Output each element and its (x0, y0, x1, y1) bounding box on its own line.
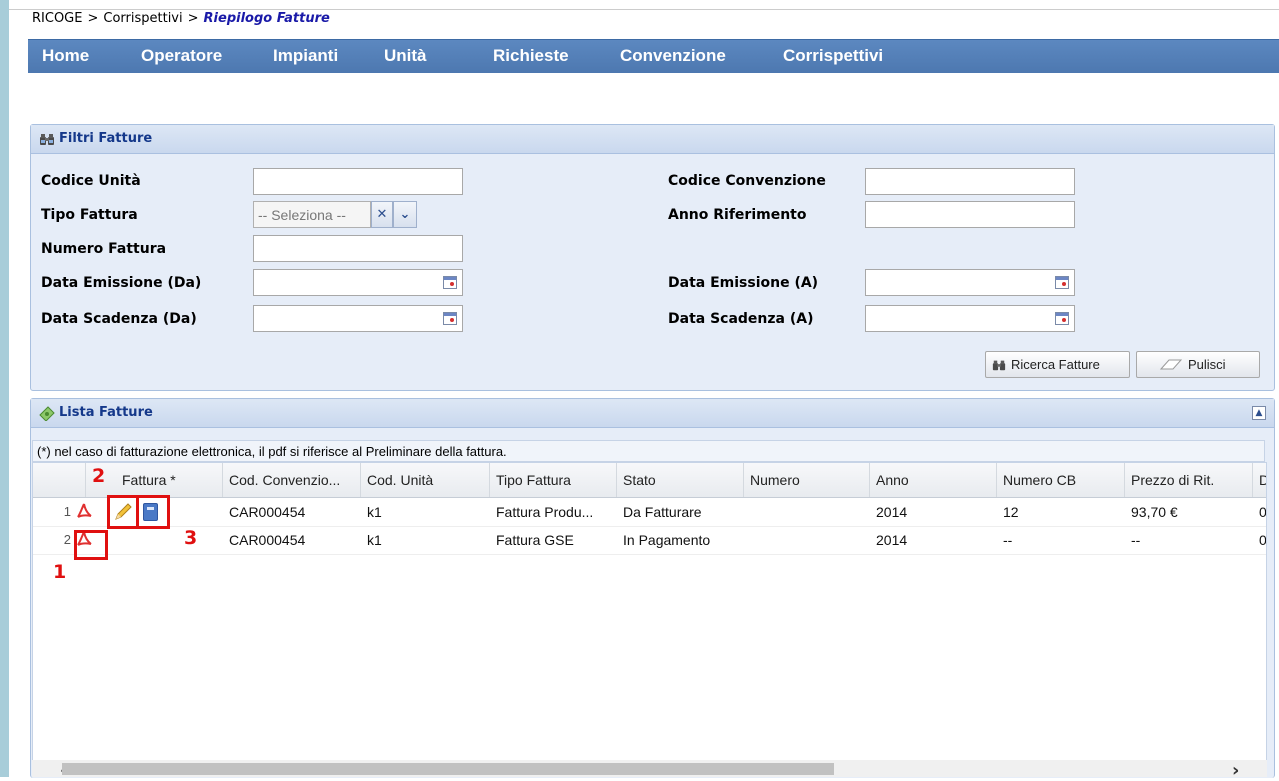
nav-item-home[interactable]: Home (42, 46, 89, 66)
row-number: 2 (63, 532, 71, 547)
cell-cod-convenzione: CAR000454 (229, 504, 306, 520)
numero-fattura-input[interactable] (253, 235, 463, 262)
codice-convenzione-input[interactable] (865, 168, 1075, 195)
data-emissione-a-input[interactable] (865, 269, 1075, 296)
calendar-icon[interactable] (1055, 312, 1069, 325)
breadcrumb: RICOGE > Corrispettivi > Riepilogo Fatture (32, 11, 330, 26)
column-header[interactable]: Prezzo di Rit. (1125, 463, 1253, 497)
binoculars-icon (40, 134, 54, 145)
cell-cod-unita: k1 (367, 504, 382, 520)
breadcrumb-current: Riepilogo Fatture (203, 11, 330, 26)
data-scadenza-a-label: Data Scadenza (A) (668, 311, 814, 327)
numero-fattura-label: Numero Fattura (41, 241, 167, 257)
data-scadenza-da-label: Data Scadenza (Da) (41, 311, 197, 327)
callout-number: 2 (92, 465, 106, 487)
cell-anno: 2014 (876, 504, 908, 520)
cell-prezzo: -- (1131, 532, 1141, 548)
cell-d: 0 (1259, 504, 1267, 520)
annotation-box-pdf (74, 530, 108, 560)
column-header[interactable]: Cod. Unità (361, 463, 490, 497)
codice-convenzione-label: Codice Convenzione (668, 173, 826, 189)
column-header[interactable]: Numero CB (997, 463, 1125, 497)
cell-tipo-fattura: Fattura Produ... (496, 504, 594, 520)
filters-panel-title: Filtri Fatture (59, 131, 153, 146)
tipo-fattura-select[interactable]: -- Seleziona -- (253, 201, 371, 228)
tipo-fattura-label: Tipo Fattura (41, 207, 138, 223)
column-header[interactable]: Fattura * (86, 463, 223, 497)
nav-item-richieste[interactable]: Richieste (493, 46, 569, 66)
anno-riferimento-input[interactable] (865, 201, 1075, 228)
data-scadenza-a-input[interactable] (865, 305, 1075, 332)
column-header[interactable]: Anno (870, 463, 997, 497)
nav-item-convenzione[interactable]: Convenzione (620, 46, 726, 66)
invoice-list-header: Lista Fatture ▲ (31, 399, 1274, 428)
column-header[interactable]: Stato (617, 463, 744, 497)
data-emissione-da-input[interactable] (253, 269, 463, 296)
column-header[interactable]: D (1253, 463, 1266, 497)
pdf-icon[interactable] (76, 503, 92, 521)
search-invoices-button-label: Ricerca Fatture (1011, 357, 1100, 372)
codice-unita-label: Codice Unità (41, 173, 141, 189)
cell-stato: In Pagamento (623, 532, 711, 548)
cell-cod-unita: k1 (367, 532, 382, 548)
annotation-box-edit (107, 495, 139, 529)
clear-button[interactable]: Pulisci (1136, 351, 1260, 378)
cell-numero (744, 498, 750, 526)
grid-header: Fattura * Cod. Convenzio... Cod. Unità T… (33, 463, 1266, 498)
breadcrumb-separator: > (87, 11, 99, 26)
anno-riferimento-label: Anno Riferimento (668, 207, 807, 223)
cell-anno: 2014 (876, 532, 908, 548)
column-header[interactable]: Tipo Fattura (490, 463, 617, 497)
data-scadenza-da-input[interactable] (253, 305, 463, 332)
cell-d: 0 (1259, 532, 1267, 548)
nav-item-impianti[interactable]: Impianti (273, 46, 338, 66)
main-nav: Home Operatore Impianti Unità Richieste … (28, 39, 1279, 73)
cell-stato: Da Fatturare (623, 504, 702, 520)
column-header[interactable]: Numero (744, 463, 870, 497)
nav-item-corrispettivi[interactable]: Corrispettivi (783, 46, 883, 66)
calendar-icon[interactable] (443, 276, 457, 289)
money-icon (39, 406, 55, 421)
top-divider (9, 9, 1279, 10)
table-row[interactable]: 1 CAR000454 k1 Fattura Produ... Da Fattu… (33, 498, 1267, 527)
cell-numero-cb: -- (1003, 532, 1013, 548)
nav-item-unita[interactable]: Unità (384, 46, 427, 66)
clear-button-label: Pulisci (1188, 357, 1226, 372)
binoculars-icon (992, 360, 1006, 370)
header-rownum (33, 463, 86, 497)
nav-item-operatore[interactable]: Operatore (141, 46, 222, 66)
annotation-box-calc (136, 495, 170, 529)
scroll-right-icon[interactable]: › (1232, 760, 1239, 781)
scrollbar-thumb[interactable] (62, 763, 834, 775)
filters-panel-header: Filtri Fatture (31, 125, 1274, 154)
data-emissione-da-label: Data Emissione (Da) (41, 275, 202, 291)
invoice-grid: Fattura * Cod. Convenzio... Cod. Unità T… (32, 462, 1267, 762)
cell-numero (744, 526, 750, 554)
breadcrumb-separator: > (187, 11, 199, 26)
electronic-invoice-note: (*) nel caso di fatturazione elettronica… (32, 440, 1265, 462)
cell-numero-cb: 12 (1003, 504, 1019, 520)
horizontal-scrollbar[interactable]: ‹ › (32, 760, 1267, 781)
eraser-icon (1159, 359, 1183, 369)
row-number: 1 (63, 504, 71, 519)
breadcrumb-root[interactable]: RICOGE (32, 11, 82, 26)
calendar-icon[interactable] (1055, 276, 1069, 289)
data-emissione-a-label: Data Emissione (A) (668, 275, 819, 291)
calendar-icon[interactable] (443, 312, 457, 325)
left-edge-bar (0, 0, 9, 777)
callout-number: 3 (184, 527, 198, 549)
cell-cod-convenzione: CAR000454 (229, 532, 306, 548)
invoice-list-title: Lista Fatture (59, 405, 153, 420)
codice-unita-input[interactable] (253, 168, 463, 195)
search-invoices-button[interactable]: Ricerca Fatture (985, 351, 1130, 378)
table-row[interactable]: 2 CAR000454 k1 Fattura GSE In Pagamento … (33, 526, 1267, 555)
column-header[interactable]: Cod. Convenzio... (223, 463, 361, 497)
collapse-icon[interactable]: ▲ (1252, 406, 1266, 420)
clear-selection-icon[interactable]: ✕ (371, 201, 393, 228)
cell-tipo-fattura: Fattura GSE (496, 532, 574, 548)
cell-prezzo: 93,70 € (1131, 504, 1178, 520)
breadcrumb-section[interactable]: Corrispettivi (103, 11, 182, 26)
callout-number: 1 (53, 561, 67, 583)
chevron-down-icon[interactable]: ⌄ (393, 201, 417, 228)
